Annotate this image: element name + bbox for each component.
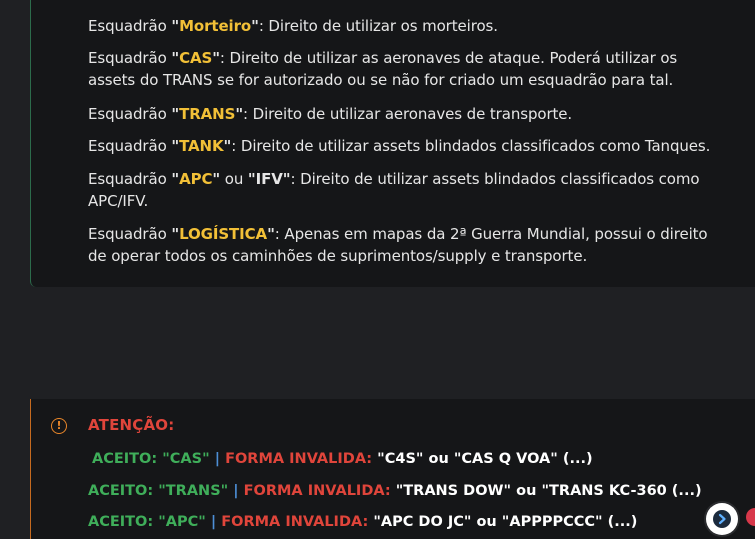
invalid-examples: "TRANS DOW" ou "TRANS KC-360 (...) [390, 483, 702, 499]
floating-action-button[interactable] [706, 503, 738, 535]
separator: | [209, 451, 226, 467]
accepted-format: ACEITO: "APC" [88, 514, 206, 530]
warning-card: ! ATENÇÃO: ACEITO: "CAS" | FORMA INVALID… [30, 399, 755, 539]
exclamation-circle-icon: ! [51, 418, 67, 434]
squad-name: TANK [179, 137, 224, 155]
squad-name: TRANS [179, 105, 236, 123]
squad-rule-morteiro: Esquadrão "Morteiro": Direito de utiliza… [88, 17, 498, 35]
squad-description: : Direito de utilizar aeronaves de trans… [243, 105, 573, 123]
squad-rule-trans: Esquadrão "TRANS": Direito de utilizar a… [88, 105, 573, 123]
invalid-examples: "APC DO JC" ou "APPPPCCC" (...) [368, 514, 638, 530]
invalid-examples: "C4S" ou "CAS Q VOA" (...) [372, 451, 593, 467]
squad-name: CAS [179, 49, 213, 67]
warning-line-trans: ACEITO: "TRANS" | FORMA INVALIDA: "TRANS… [88, 480, 702, 502]
invalid-format-label: FORMA INVALIDA: [225, 451, 373, 467]
chevron-right-icon [713, 510, 731, 528]
squad-description: : Direito de utilizar assets blindados c… [231, 137, 711, 155]
page: Esquadrão "Morteiro": Direito de utiliza… [0, 0, 755, 539]
squad-connector: ou [220, 170, 248, 188]
accepted-format: ACEITO: "CAS" [92, 451, 210, 467]
squad-prefix: Esquadrão [88, 137, 172, 155]
squad-rule-logistica: Esquadrão "LOGÍSTICA": Apenas em mapas d… [88, 225, 708, 265]
warning-line-apc: ACEITO: "APC" | FORMA INVALIDA: "APC DO … [88, 511, 637, 533]
separator: | [228, 483, 244, 499]
squad-prefix: Esquadrão [88, 170, 172, 188]
warning-line-cas: ACEITO: "CAS" | FORMA INVALIDA: "C4S" ou… [92, 448, 593, 470]
invalid-format-label: FORMA INVALIDA: [243, 483, 391, 499]
squad-rule-tank: Esquadrão "TANK": Direito de utilizar as… [88, 137, 711, 155]
squad-prefix: Esquadrão [88, 225, 172, 243]
accepted-format: ACEITO: "TRANS" [88, 483, 229, 499]
squad-rules-card: Esquadrão "Morteiro": Direito de utiliza… [30, 0, 755, 287]
squad-prefix: Esquadrão [88, 105, 172, 123]
squad-name: APC [179, 170, 213, 188]
squad-name: Morteiro [179, 17, 252, 35]
squad-rule-cas: Esquadrão "CAS": Direito de utilizar as … [88, 49, 678, 89]
squad-prefix: Esquadrão [88, 17, 172, 35]
separator: | [205, 514, 222, 530]
squad-prefix: Esquadrão [88, 49, 172, 67]
squad-description: : Direito de utilizar os morteiros. [258, 17, 498, 35]
squad-name: LOGÍSTICA [179, 225, 268, 243]
invalid-format-label: FORMA INVALIDA: [221, 514, 369, 530]
squad-name-secondary: IFV [255, 170, 283, 188]
squad-rule-apc-ifv: Esquadrão "APC" ou "IFV": Direito de uti… [88, 170, 700, 210]
warning-title: ATENÇÃO: [88, 416, 175, 434]
